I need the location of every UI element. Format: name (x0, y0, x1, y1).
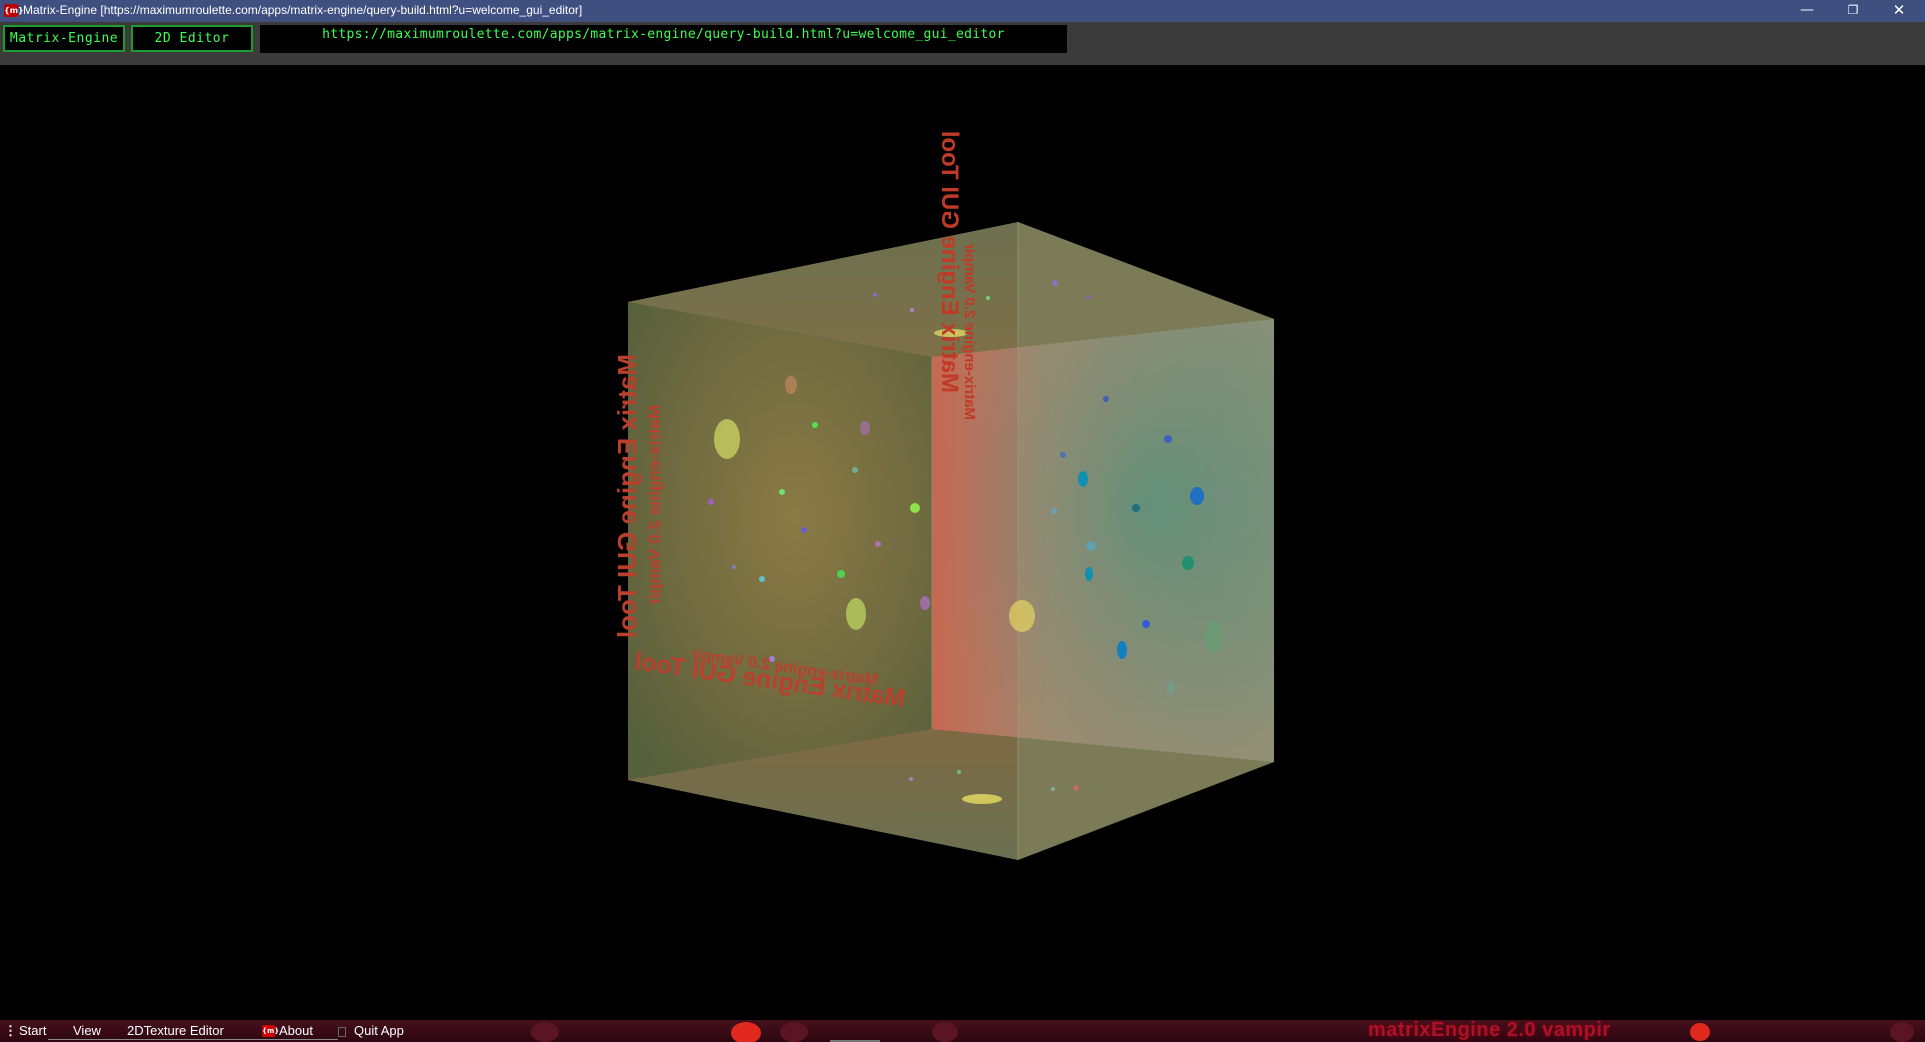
right-face-title: Matrix Engine GUI Tool (936, 131, 963, 393)
decor-bubble (780, 1022, 808, 1042)
app-icon: {m} (4, 4, 24, 17)
decor-bubble (531, 1022, 559, 1042)
scene-canvas: Matrix Engine GUI Tool Matrix-engine 2.0… (612, 131, 1274, 860)
cube-front-edge (1018, 222, 1274, 860)
left-face-title: Matrix Engine GUI Tool (612, 354, 642, 638)
menu-dots-icon[interactable]: ⋮ (4, 1023, 17, 1039)
view-menu-button[interactable]: View (73, 1023, 101, 1038)
start-menu-button[interactable]: Start (19, 1023, 46, 1038)
decor-bubble (731, 1022, 761, 1042)
bottom-taskbar: matrixEngine 2.0 vampir ⋮ Start View 2DT… (0, 1019, 1925, 1042)
window-title: Matrix-Engine [https://maximumroulette.c… (23, 3, 583, 17)
quit-icon[interactable] (338, 1027, 346, 1037)
3d-viewport[interactable]: Matrix Engine GUI Tool Matrix-engine 2.0… (0, 65, 1925, 1020)
right-face-text: Matrix Engine GUI Tool Matrix-engine 2.0… (936, 131, 978, 420)
right-face-subtitle: Matrix-engine 2.0 Vampir (961, 243, 978, 420)
top-toolbar: Matrix-Engine 2D Editor https://maximumr… (0, 22, 1925, 65)
about-button[interactable]: About (279, 1023, 313, 1038)
quit-app-button[interactable]: Quit App (354, 1023, 404, 1038)
window-title-bar[interactable]: {m} Matrix-Engine [https://maximumroulet… (0, 0, 1925, 22)
minimize-button[interactable]: — (1784, 0, 1830, 22)
menu-divider (48, 1039, 338, 1040)
decor-bubble (1890, 1022, 1914, 1042)
maximize-button[interactable]: ❐ (1830, 0, 1876, 22)
texture-editor-button[interactable]: 2DTexture Editor (127, 1023, 224, 1038)
left-face-subtitle: Matrix-engine 2.0 Vampir (645, 405, 664, 606)
close-button[interactable]: ✕ (1876, 0, 1922, 22)
decor-bubble (1690, 1023, 1710, 1041)
url-display[interactable]: https://maximumroulette.com/apps/matrix-… (260, 25, 1067, 53)
matrix-engine-button[interactable]: Matrix-Engine (3, 25, 125, 52)
decor-bubble (932, 1022, 958, 1042)
2d-editor-button[interactable]: 2D Editor (131, 25, 253, 52)
about-icon[interactable]: {m} (262, 1025, 279, 1037)
brand-text: matrixEngine 2.0 vampir (1368, 1019, 1611, 1041)
